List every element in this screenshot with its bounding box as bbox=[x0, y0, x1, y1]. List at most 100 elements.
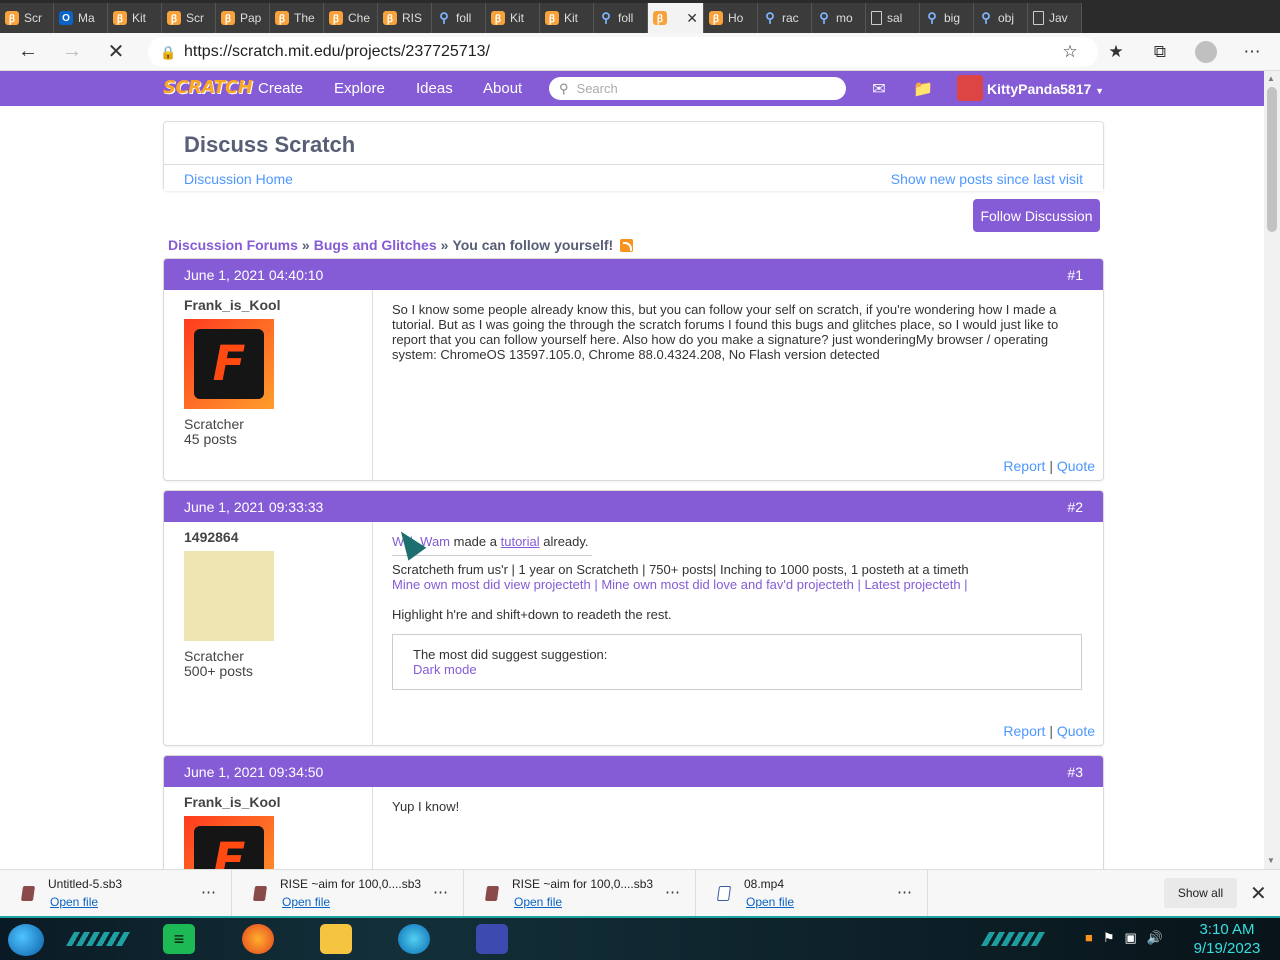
browser-tab[interactable]: ꞵ ✕ bbox=[648, 3, 704, 33]
browser-tab[interactable]: ꞵ Scr bbox=[162, 3, 216, 33]
quote-link[interactable]: Quote bbox=[1057, 458, 1095, 474]
download-item[interactable]: RISE ~aim for 100,0....sb3 Open file ⋯ bbox=[464, 870, 696, 917]
profile-icon[interactable] bbox=[1186, 33, 1226, 71]
browser-tab[interactable]: ꞵ Pap bbox=[216, 3, 270, 33]
open-file-link[interactable]: Open file bbox=[514, 895, 562, 909]
scrollbar-thumb[interactable] bbox=[1267, 87, 1277, 232]
report-link[interactable]: Report bbox=[1003, 458, 1045, 474]
browser-tab[interactable]: ⚲ foll bbox=[594, 3, 648, 33]
app-tray-icon[interactable]: ■ bbox=[1085, 930, 1093, 946]
browser-tab[interactable]: ⚲ rac bbox=[758, 3, 812, 33]
browser-tab[interactable]: ⚲ big bbox=[920, 3, 974, 33]
more-options-icon[interactable]: ⋯ bbox=[201, 883, 217, 901]
post-actions: Report | Quote bbox=[1003, 458, 1095, 474]
taskbar-app-icon[interactable] bbox=[476, 924, 508, 954]
close-tab-icon[interactable]: ✕ bbox=[686, 10, 698, 27]
post-author[interactable]: Frank_is_Kool bbox=[184, 297, 372, 313]
download-item[interactable]: Untitled-5.sb3 Open file ⋯ bbox=[0, 870, 232, 917]
breadcrumb-forums[interactable]: Discussion Forums bbox=[168, 237, 298, 253]
avatar[interactable]: F bbox=[184, 319, 274, 409]
post-number[interactable]: #1 bbox=[1067, 267, 1083, 283]
favorites-icon[interactable]: ★ bbox=[1096, 33, 1136, 71]
notification-flag-icon[interactable]: ⚑ bbox=[1103, 930, 1115, 946]
report-link[interactable]: Report bbox=[1003, 723, 1045, 739]
my-stuff-icon[interactable]: 📁 bbox=[911, 78, 935, 100]
signature-link-latest[interactable]: Latest projecteth bbox=[864, 577, 960, 592]
more-options-icon[interactable]: ⋯ bbox=[897, 883, 913, 901]
open-file-link[interactable]: Open file bbox=[746, 895, 794, 909]
add-favorite-icon[interactable]: ☆ bbox=[1050, 33, 1090, 71]
browser-tab[interactable]: ꞵ Ho bbox=[704, 3, 758, 33]
show-new-posts-link[interactable]: Show new posts since last visit bbox=[891, 171, 1083, 187]
download-item[interactable]: 08.mp4 Open file ⋯ bbox=[696, 870, 928, 917]
more-menu-icon[interactable]: ⋯ bbox=[1232, 33, 1272, 71]
more-options-icon[interactable]: ⋯ bbox=[665, 883, 681, 901]
browser-tab[interactable]: O Ma bbox=[54, 3, 108, 33]
system-clock[interactable]: 3:10 AM 9/19/2023 bbox=[1186, 920, 1268, 958]
firefox-icon[interactable] bbox=[242, 924, 274, 954]
back-button[interactable]: ← bbox=[8, 33, 48, 71]
download-item[interactable]: RISE ~aim for 100,0....sb3 Open file ⋯ bbox=[232, 870, 464, 917]
post-author[interactable]: 1492864 bbox=[184, 529, 372, 545]
nav-ideas[interactable]: Ideas bbox=[416, 80, 453, 97]
signature-link-most-viewed[interactable]: Mine own most did view projecteth bbox=[392, 577, 591, 592]
search-input[interactable] bbox=[576, 81, 827, 96]
post-author[interactable]: Frank_is_Kool bbox=[184, 794, 372, 810]
browser-tab[interactable]: ⚲ mo bbox=[812, 3, 866, 33]
scratch-icon: ꞵ bbox=[167, 11, 181, 25]
start-button[interactable] bbox=[8, 924, 44, 956]
browser-tab[interactable]: ⚲ obj bbox=[974, 3, 1028, 33]
scroll-up-icon[interactable]: ▲ bbox=[1267, 74, 1275, 83]
browser-tab[interactable]: ꞵ The bbox=[270, 3, 324, 33]
search-bar[interactable]: ⚲ bbox=[549, 77, 846, 100]
signature-link-most-loved[interactable]: Mine own most did love and fav'd project… bbox=[601, 577, 854, 592]
stop-loading-button[interactable]: ✕ bbox=[96, 33, 136, 71]
nav-about[interactable]: About bbox=[483, 80, 522, 97]
open-file-link[interactable]: Open file bbox=[282, 895, 330, 909]
quote-link[interactable]: Quote bbox=[1057, 723, 1095, 739]
scratch-navbar: SCRATCH Create Explore Ideas About ⚲ ✉ 📁… bbox=[0, 71, 1264, 106]
nav-create[interactable]: Create bbox=[258, 80, 303, 97]
browser-tab[interactable]: ꞵ Che bbox=[324, 3, 378, 33]
open-file-link[interactable]: Open file bbox=[50, 895, 98, 909]
messages-icon[interactable]: ✉ bbox=[867, 78, 891, 100]
browser-tab[interactable]: sal bbox=[866, 3, 920, 33]
browser-tab[interactable]: ⚲ foll bbox=[432, 3, 486, 33]
browser-tab[interactable]: ꞵ Scr bbox=[0, 3, 54, 33]
avatar[interactable] bbox=[184, 551, 274, 641]
follow-discussion-button[interactable]: Follow Discussion bbox=[973, 199, 1100, 232]
post-number[interactable]: #2 bbox=[1067, 499, 1083, 515]
collections-icon[interactable]: ⧉ bbox=[1140, 33, 1180, 71]
tab-label: Scr bbox=[24, 11, 42, 25]
user-avatar[interactable] bbox=[957, 75, 983, 101]
dark-mode-link[interactable]: Dark mode bbox=[413, 662, 477, 677]
browser-tab[interactable]: Jav bbox=[1028, 3, 1082, 33]
nav-explore[interactable]: Explore bbox=[334, 80, 385, 97]
scroll-down-icon[interactable]: ▼ bbox=[1267, 856, 1275, 865]
browser-tab[interactable]: ꞵ Kit bbox=[108, 3, 162, 33]
file-explorer-icon[interactable] bbox=[320, 924, 352, 954]
edge-icon[interactable] bbox=[398, 924, 430, 954]
avatar[interactable]: F bbox=[184, 816, 274, 869]
tutorial-link[interactable]: tutorial bbox=[501, 534, 540, 549]
network-icon[interactable]: ▣ bbox=[1125, 930, 1137, 946]
page-scrollbar[interactable]: ▲ ▼ bbox=[1264, 71, 1280, 869]
volume-icon[interactable]: 🔊 bbox=[1147, 930, 1163, 946]
browser-tab[interactable]: ꞵ Kit bbox=[486, 3, 540, 33]
close-icon[interactable]: ✕ bbox=[1250, 881, 1267, 906]
browser-tab[interactable]: ꞵ RIS bbox=[378, 3, 432, 33]
spotify-icon[interactable]: ≡ bbox=[163, 924, 195, 954]
address-bar[interactable]: 🔒 https://scratch.mit.edu/projects/23772… bbox=[148, 37, 1098, 67]
sb3-file-icon bbox=[484, 886, 500, 901]
post-number[interactable]: #3 bbox=[1067, 764, 1083, 780]
discussion-home-link[interactable]: Discussion Home bbox=[184, 171, 293, 187]
browser-tab[interactable]: ꞵ Kit bbox=[540, 3, 594, 33]
breadcrumb-category[interactable]: Bugs and Glitches bbox=[314, 237, 437, 253]
rss-feed-icon[interactable] bbox=[620, 238, 634, 252]
scratch-logo[interactable]: SCRATCH bbox=[163, 77, 253, 98]
show-all-downloads-button[interactable]: Show all bbox=[1164, 878, 1237, 908]
more-options-icon[interactable]: ⋯ bbox=[433, 883, 449, 901]
forward-button[interactable]: → bbox=[52, 33, 92, 71]
username[interactable]: KittyPanda5817 ▼ bbox=[987, 81, 1104, 97]
post-date: June 1, 2021 04:40:10 bbox=[184, 266, 324, 283]
